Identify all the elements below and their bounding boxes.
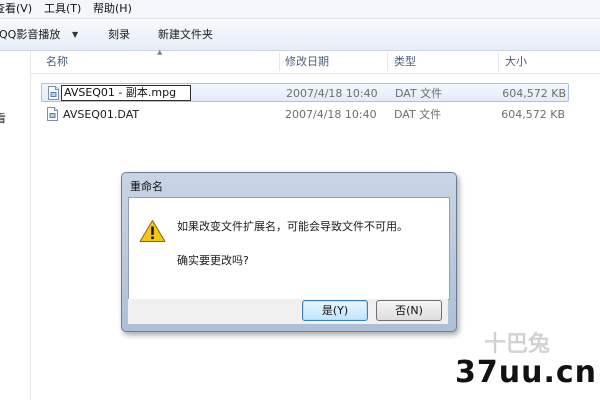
file-size: 604,572 KB xyxy=(501,108,565,121)
dialog-message: 如果改变文件扩展名，可能会导致文件不可用。 xyxy=(177,220,408,233)
file-icon xyxy=(48,86,59,100)
dialog-body: 如果改变文件扩展名，可能会导致文件不可用。 确实要更改吗? xyxy=(128,197,450,300)
menu-help[interactable]: 帮助(H) xyxy=(93,1,132,17)
file-date: 2007/4/18 10:40 xyxy=(286,87,378,100)
file-icon xyxy=(47,107,58,121)
nav-item[interactable]: 看 xyxy=(0,110,6,126)
watermark-site-text: 37uu.cn xyxy=(455,355,597,390)
column-type[interactable]: 类型 xyxy=(394,51,416,73)
rename-dialog: 重命名 如果改变文件扩展名，可能会导致文件不可用。 确实要更改吗? 是(Y) 否… xyxy=(121,172,457,332)
no-button[interactable]: 否(N) xyxy=(376,300,442,321)
file-size: 604,572 KB xyxy=(502,87,566,100)
rename-input[interactable]: AVSEQ01 - 副本.mpg xyxy=(61,85,191,101)
dialog-title: 重命名 xyxy=(130,180,163,193)
menu-view[interactable]: 查看(V) xyxy=(0,1,32,17)
sort-indicator-icon: ▲ xyxy=(157,48,163,56)
burn-button[interactable]: 刻录 xyxy=(108,27,130,43)
column-name[interactable]: 名称 xyxy=(46,51,68,73)
column-size[interactable]: 大小 xyxy=(505,51,527,73)
column-divider[interactable] xyxy=(387,53,388,71)
command-toolbar: 用QQ影音播放 ▼ 刻录 新建文件夹 xyxy=(0,19,600,51)
file-row[interactable]: AVSEQ01.DAT 2007/4/18 10:40 DAT 文件 604,5… xyxy=(41,105,569,124)
warning-icon xyxy=(139,220,166,242)
dialog-question: 确实要更改吗? xyxy=(177,254,249,267)
column-header-bar: ▲ 名称 修改日期 类型 大小 xyxy=(31,48,600,74)
column-divider[interactable] xyxy=(498,53,499,71)
file-date: 2007/4/18 10:40 xyxy=(285,108,377,121)
new-folder-button[interactable]: 新建文件夹 xyxy=(158,27,213,43)
dropdown-arrow-icon[interactable]: ▼ xyxy=(72,27,78,43)
file-name[interactable]: AVSEQ01.DAT xyxy=(63,105,139,124)
navigation-pane: 看 xyxy=(0,51,31,400)
menu-tools[interactable]: 工具(T) xyxy=(44,1,81,17)
file-type: DAT 文件 xyxy=(395,87,443,100)
menu-bar: 查看(V) 工具(T) 帮助(H) xyxy=(0,0,600,19)
watermark-logo: 十巴兔 xyxy=(484,332,551,356)
svg-text:十巴兔: 十巴兔 xyxy=(484,332,550,356)
column-date[interactable]: 修改日期 xyxy=(285,51,329,73)
yes-button[interactable]: 是(Y) xyxy=(302,300,368,321)
play-with-qq-button[interactable]: 用QQ影音播放 xyxy=(0,27,60,43)
file-type: DAT 文件 xyxy=(394,108,442,121)
column-divider[interactable] xyxy=(279,53,280,71)
file-row[interactable]: AVSEQ01 - 副本.mpg 2007/4/18 10:40 DAT 文件 … xyxy=(41,83,569,102)
dialog-footer: 是(Y) 否(N) xyxy=(128,299,448,324)
